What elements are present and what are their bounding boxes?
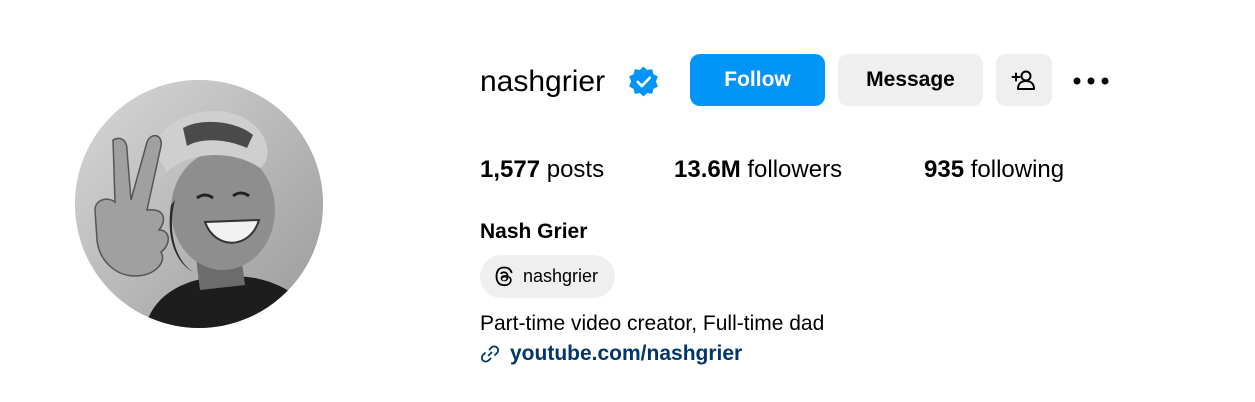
posts-count: 1,577: [480, 156, 541, 183]
more-options-icon: [1072, 76, 1110, 86]
posts-label: posts: [546, 156, 605, 183]
followers-label: followers: [747, 156, 843, 183]
stat-followers[interactable]: 13.6M followers: [674, 154, 842, 186]
suggested-accounts-button[interactable]: [996, 54, 1052, 106]
followers-count: 13.6M: [674, 156, 741, 183]
stat-following[interactable]: 935 following: [924, 154, 1064, 186]
stat-posts: 1,577 posts: [480, 154, 604, 186]
avatar[interactable]: [75, 80, 323, 328]
verified-badge-icon: [627, 65, 660, 98]
add-person-icon: [1011, 67, 1037, 93]
threads-link-chip[interactable]: nashgrier: [480, 255, 615, 298]
follow-button[interactable]: Follow: [690, 54, 825, 106]
avatar-photo: [75, 80, 323, 328]
bio-text: Part-time video creator, Full-time dad: [480, 312, 825, 335]
username: nashgrier: [480, 65, 606, 98]
threads-handle: nashgrier: [523, 266, 599, 286]
external-link[interactable]: youtube.com/nashgrier: [510, 342, 742, 366]
profile-header: nashgrier Follow Message 1,577 posts 13.…: [0, 0, 1255, 402]
threads-icon: [495, 266, 513, 286]
more-options-button[interactable]: [1068, 62, 1114, 100]
message-button[interactable]: Message: [838, 54, 983, 106]
link-icon: [480, 344, 500, 364]
external-link-row[interactable]: youtube.com/nashgrier: [480, 340, 742, 368]
following-label: following: [970, 156, 1065, 183]
full-name: Nash Grier: [480, 220, 588, 243]
following-count: 935: [924, 156, 965, 183]
